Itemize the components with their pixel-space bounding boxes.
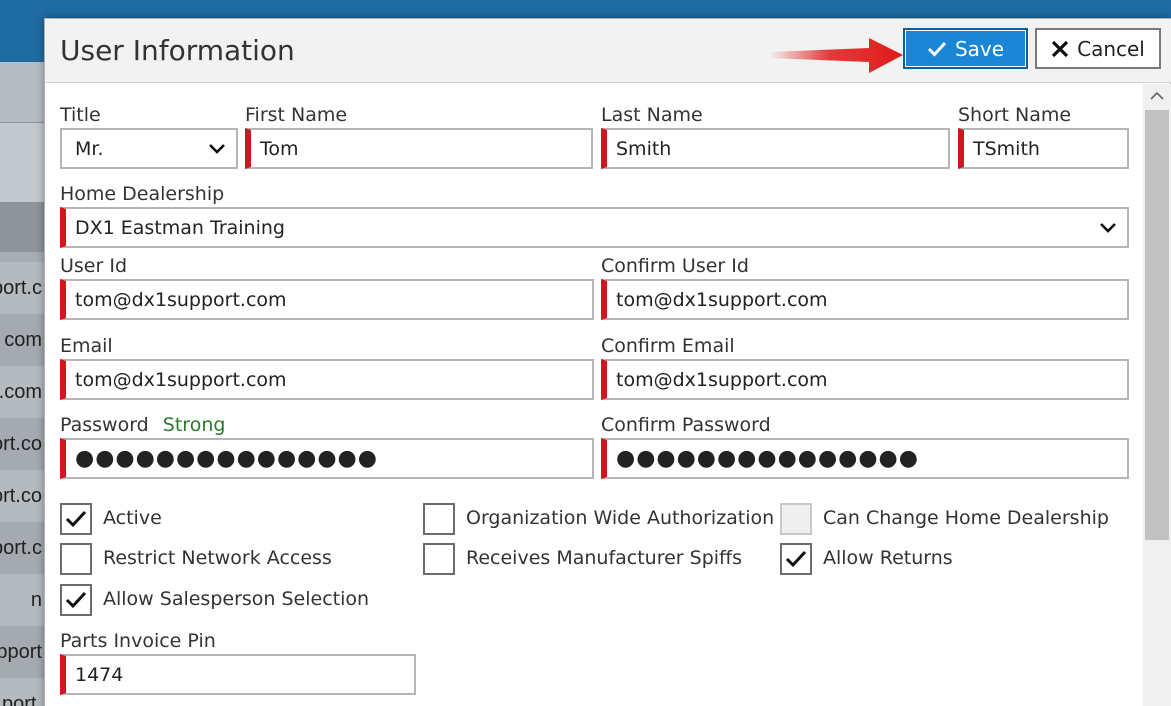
- receives-manufacturer-spiffs-checkbox[interactable]: [423, 543, 455, 575]
- chevron-down-icon: [209, 144, 225, 154]
- background-panel: [0, 122, 44, 202]
- short-name-value: TSmith: [973, 137, 1040, 160]
- short-name-field[interactable]: TSmith: [958, 128, 1129, 169]
- can-change-home-dealership-checkbox: [780, 503, 812, 535]
- last-name-value: Smith: [616, 137, 672, 160]
- organization-wide-authorization-label: Organization Wide Authorization: [466, 507, 775, 529]
- parts-invoice-pin-value: 1474: [75, 663, 124, 686]
- checkmark-icon: [65, 510, 87, 528]
- active-label: Active: [103, 507, 162, 529]
- confirm-password-value: ●●●●●●●●●●●●●●●: [616, 446, 919, 471]
- background-list-item: port.: [0, 678, 44, 706]
- receives-manufacturer-spiffs-label: Receives Manufacturer Spiffs: [466, 547, 743, 569]
- x-icon: [1051, 40, 1069, 57]
- first-name-field[interactable]: Tom: [245, 128, 593, 169]
- confirm-user-id-label: Confirm User Id: [601, 255, 749, 277]
- restrict-network-access-checkbox[interactable]: [60, 543, 92, 575]
- first-name-label: First Name: [245, 104, 348, 126]
- confirm-email-field[interactable]: tom@dx1support.com: [601, 359, 1129, 400]
- user-id-field[interactable]: tom@dx1support.com: [60, 279, 594, 320]
- checkmark-icon: [65, 591, 87, 609]
- confirm-password-label: Confirm Password: [601, 414, 771, 436]
- chevron-up-icon: [1150, 91, 1164, 100]
- password-label-group: Password Strong: [60, 414, 225, 436]
- background-list-item: ort.co: [0, 470, 44, 522]
- cancel-button-label: Cancel: [1077, 36, 1145, 61]
- title-label: Title: [60, 104, 101, 126]
- save-button[interactable]: Save: [903, 28, 1028, 69]
- email-label: Email: [60, 335, 113, 357]
- background-panel: [0, 202, 44, 252]
- red-arrow-icon: [769, 38, 903, 73]
- home-dealership-label: Home Dealership: [60, 183, 225, 205]
- scroll-up-button[interactable]: [1143, 84, 1171, 108]
- background-list-item: rt.com: [0, 366, 44, 418]
- background-list-item: com: [0, 314, 44, 366]
- user-id-label: User Id: [60, 255, 128, 277]
- title-select-value: Mr.: [75, 137, 104, 160]
- user-id-value: tom@dx1support.com: [75, 288, 287, 311]
- email-value: tom@dx1support.com: [75, 368, 287, 391]
- confirm-email-value: tom@dx1support.com: [616, 368, 828, 391]
- short-name-label: Short Name: [958, 104, 1072, 126]
- confirm-user-id-field[interactable]: tom@dx1support.com: [601, 279, 1129, 320]
- background-list-item: ort.co: [0, 418, 44, 470]
- active-checkbox[interactable]: [60, 503, 92, 535]
- allow-returns-checkbox[interactable]: [780, 543, 812, 575]
- organization-wide-authorization-checkbox[interactable]: [423, 503, 455, 535]
- title-select[interactable]: Mr.: [60, 128, 238, 169]
- cancel-button[interactable]: Cancel: [1035, 28, 1161, 69]
- checkmark-icon: [785, 550, 807, 568]
- background-list-item: pport: [0, 626, 44, 678]
- save-button-label: Save: [954, 36, 1005, 61]
- background-list-item: port.c: [0, 522, 44, 574]
- allow-salesperson-selection-checkbox[interactable]: [60, 584, 92, 616]
- first-name-value: Tom: [260, 137, 299, 160]
- allow-returns-label: Allow Returns: [823, 547, 953, 569]
- password-value: ●●●●●●●●●●●●●●●: [75, 446, 378, 471]
- confirm-user-id-value: tom@dx1support.com: [616, 288, 828, 311]
- last-name-field[interactable]: Smith: [601, 128, 950, 169]
- dialog-title: User Information: [60, 34, 295, 67]
- home-dealership-select[interactable]: DX1 Eastman Training: [60, 207, 1129, 248]
- password-label: Password: [60, 414, 149, 436]
- confirm-password-field[interactable]: ●●●●●●●●●●●●●●●: [601, 438, 1129, 479]
- vertical-scrollbar[interactable]: [1143, 84, 1171, 706]
- dialog-header: User Information Save Cancel: [45, 19, 1171, 83]
- parts-invoice-pin-field[interactable]: 1474: [60, 654, 416, 695]
- scrollbar-thumb[interactable]: [1145, 110, 1169, 540]
- allow-salesperson-selection-label: Allow Salesperson Selection: [103, 588, 370, 610]
- checkmark-icon: [927, 41, 947, 57]
- email-field[interactable]: tom@dx1support.com: [60, 359, 594, 400]
- parts-invoice-pin-label: Parts Invoice Pin: [60, 630, 216, 652]
- background-panel: [0, 62, 44, 122]
- chevron-down-icon: [1100, 223, 1116, 233]
- background-list-item: n: [0, 574, 44, 626]
- user-information-dialog: User Information Save Cancel Title Mr. F…: [44, 18, 1171, 706]
- confirm-email-label: Confirm Email: [601, 335, 735, 357]
- last-name-label: Last Name: [601, 104, 703, 126]
- can-change-home-dealership-label: Can Change Home Dealership: [823, 507, 1109, 529]
- restrict-network-access-label: Restrict Network Access: [103, 547, 332, 569]
- background-list-item: port.c: [0, 262, 44, 314]
- password-strength-indicator: Strong: [162, 414, 226, 436]
- password-field[interactable]: ●●●●●●●●●●●●●●●: [60, 438, 594, 479]
- home-dealership-value: DX1 Eastman Training: [75, 216, 285, 239]
